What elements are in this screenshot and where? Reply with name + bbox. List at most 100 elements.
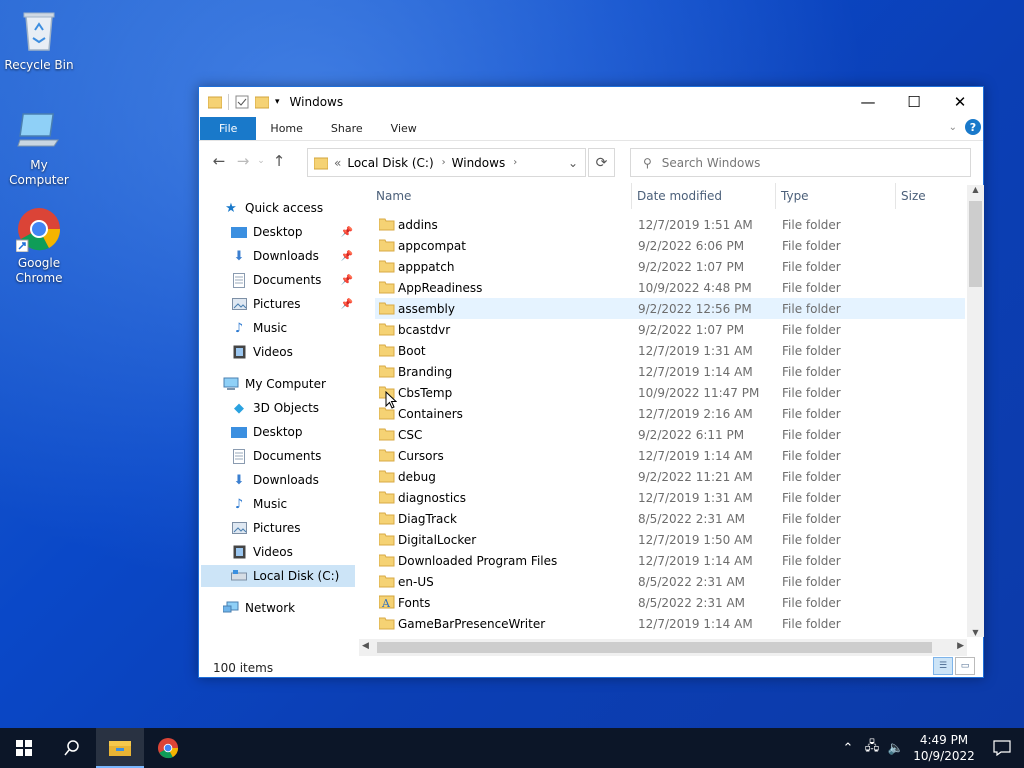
tab-share[interactable]: Share: [317, 117, 377, 140]
properties-icon[interactable]: [235, 95, 249, 109]
back-button[interactable]: ←: [207, 152, 231, 170]
file-row[interactable]: en-US 8/5/2022 2:31 AM File folder: [375, 571, 965, 592]
pin-icon[interactable]: 📌: [341, 299, 353, 310]
refresh-button[interactable]: ⟳: [588, 148, 615, 177]
start-button[interactable]: [0, 728, 48, 768]
help-button[interactable]: ?: [965, 119, 981, 135]
nav-desktop[interactable]: Desktop: [231, 421, 355, 443]
nav-documents[interactable]: Documents: [231, 445, 355, 467]
maximize-button[interactable]: ☐: [891, 87, 937, 117]
vertical-scroll-thumb[interactable]: [969, 201, 982, 287]
breadcrumb-local-disk[interactable]: Local Disk (C:): [347, 156, 433, 170]
scroll-left-arrow-icon[interactable]: ◀: [362, 641, 369, 651]
file-row[interactable]: Downloaded Program Files 12/7/2019 1:14 A…: [375, 550, 965, 571]
column-header-name[interactable]: Name: [376, 183, 411, 209]
clock[interactable]: 4:49 PM 10/9/2022: [908, 732, 980, 764]
recent-locations-icon[interactable]: ⌄: [255, 156, 267, 166]
up-button[interactable]: ↑: [267, 152, 291, 170]
file-row[interactable]: A Fonts 8/5/2022 2:31 AM File folder: [375, 592, 965, 613]
pin-icon[interactable]: 📌: [341, 251, 353, 262]
horizontal-scrollbar[interactable]: ◀ ▶: [359, 639, 967, 656]
tab-view[interactable]: View: [377, 117, 431, 140]
vertical-scrollbar[interactable]: ▲ ▼: [967, 185, 984, 637]
expand-ribbon-icon[interactable]: ⌄: [949, 122, 957, 133]
nav-network[interactable]: Network: [223, 597, 355, 619]
customize-qat-icon[interactable]: ▾: [275, 97, 280, 107]
scroll-down-arrow-icon[interactable]: ▼: [967, 628, 984, 637]
desktop-icon: [231, 224, 247, 240]
nav-quick-access[interactable]: ★ Quick access: [223, 197, 379, 219]
column-header-date[interactable]: Date modified: [637, 183, 722, 209]
nav-my-computer[interactable]: My Computer: [223, 373, 355, 395]
title-bar[interactable]: ▾ Windows — ☐ ✕: [199, 87, 983, 117]
file-row[interactable]: Cursors 12/7/2019 1:14 AM File folder: [375, 445, 965, 466]
file-row[interactable]: bcastdvr 9/2/2022 1:07 PM File folder: [375, 319, 965, 340]
tab-file[interactable]: File: [200, 117, 257, 140]
pin-icon[interactable]: 📌: [341, 275, 353, 286]
nav-music[interactable]: ♪ Music: [231, 493, 355, 515]
volume-icon[interactable]: 🔈: [884, 741, 908, 756]
file-type: File folder: [782, 301, 841, 316]
breadcrumb-windows[interactable]: Windows: [452, 156, 506, 170]
file-row[interactable]: GameBarPresenceWriter 12/7/2019 1:14 AM Fi…: [375, 613, 965, 634]
file-row[interactable]: apppatch 9/2/2022 1:07 PM File folder: [375, 256, 965, 277]
folder-icon: [378, 280, 395, 297]
file-row[interactable]: CSC 9/2/2022 6:11 PM File folder: [375, 424, 965, 445]
search-box[interactable]: ⚲ Search Windows: [630, 148, 971, 177]
minimize-button[interactable]: —: [845, 87, 891, 117]
column-divider[interactable]: [895, 183, 896, 209]
nav-quick-pictures[interactable]: Pictures 📌: [231, 293, 355, 315]
chevron-right-icon[interactable]: ›: [513, 157, 517, 168]
column-header-size[interactable]: Size: [901, 183, 926, 209]
nav-local-disk[interactable]: Local Disk (C:): [201, 565, 355, 587]
file-row[interactable]: debug 9/2/2022 11:21 AM File folder: [375, 466, 965, 487]
desktop-icon-recycle-bin[interactable]: Recycle Bin: [0, 8, 78, 73]
scroll-up-arrow-icon[interactable]: ▲: [967, 185, 984, 194]
nav-downloads[interactable]: ⬇ Downloads: [231, 469, 355, 491]
nav-3d-objects[interactable]: ◆ 3D Objects: [231, 397, 355, 419]
network-icon[interactable]: 🖧: [860, 737, 884, 759]
file-row[interactable]: DigitalLocker 12/7/2019 1:50 AM File folde…: [375, 529, 965, 550]
file-row[interactable]: Branding 12/7/2019 1:14 AM File folder: [375, 361, 965, 382]
file-row[interactable]: diagnostics 12/7/2019 1:31 AM File folder: [375, 487, 965, 508]
new-folder-icon[interactable]: [255, 95, 269, 109]
nav-quick-music[interactable]: ♪ Music: [231, 317, 355, 339]
file-row[interactable]: assembly 9/2/2022 12:56 PM File folder: [375, 298, 965, 319]
chevron-right-icon[interactable]: ›: [442, 157, 446, 168]
horizontal-scroll-thumb[interactable]: [377, 642, 932, 653]
nav-videos[interactable]: Videos: [231, 541, 355, 563]
nav-quick-documents[interactable]: Documents 📌: [231, 269, 355, 291]
breadcrumb-overflow[interactable]: «: [334, 156, 341, 170]
column-divider[interactable]: [775, 183, 776, 209]
file-row[interactable]: addins 12/7/2019 1:51 AM File folder: [375, 214, 965, 235]
file-row[interactable]: Containers 12/7/2019 2:16 AM File folder: [375, 403, 965, 424]
taskbar-file-explorer[interactable]: [96, 728, 144, 768]
desktop-icon-my-computer[interactable]: My Computer: [0, 108, 78, 188]
search-button[interactable]: [48, 728, 96, 768]
taskbar-chrome[interactable]: [144, 728, 192, 768]
address-bar[interactable]: « Local Disk (C:) › Windows › ⌄: [307, 148, 586, 177]
address-dropdown-button[interactable]: ⌄: [561, 149, 585, 176]
show-hidden-icons-chevron-icon[interactable]: ⌃: [836, 741, 860, 756]
nav-pictures[interactable]: Pictures: [231, 517, 355, 539]
notification-center-button[interactable]: [980, 740, 1024, 756]
large-icons-view-button[interactable]: ▭: [955, 657, 975, 675]
file-row[interactable]: appcompat 9/2/2022 6:06 PM File folder: [375, 235, 965, 256]
nav-quick-downloads[interactable]: ⬇ Downloads 📌: [231, 245, 355, 267]
forward-button[interactable]: →: [231, 152, 255, 170]
pin-icon[interactable]: 📌: [341, 227, 353, 238]
file-row[interactable]: DiagTrack 8/5/2022 2:31 AM File folder: [375, 508, 965, 529]
details-view-button[interactable]: ☰: [933, 657, 953, 675]
file-row[interactable]: CbsTemp 10/9/2022 11:47 PM File folder: [375, 382, 965, 403]
desktop-icon-google-chrome[interactable]: Google Chrome: [0, 206, 78, 286]
file-row[interactable]: AppReadiness 10/9/2022 4:48 PM File folder: [375, 277, 965, 298]
nav-quick-desktop[interactable]: Desktop 📌: [231, 221, 355, 243]
file-name: bcastdvr: [398, 322, 451, 337]
tab-home[interactable]: Home: [256, 117, 316, 140]
scroll-right-arrow-icon[interactable]: ▶: [957, 641, 964, 651]
column-divider[interactable]: [631, 183, 632, 209]
close-button[interactable]: ✕: [937, 87, 983, 117]
column-header-type[interactable]: Type: [781, 183, 809, 209]
nav-quick-videos[interactable]: Videos: [231, 341, 355, 363]
file-row[interactable]: Boot 12/7/2019 1:31 AM File folder: [375, 340, 965, 361]
